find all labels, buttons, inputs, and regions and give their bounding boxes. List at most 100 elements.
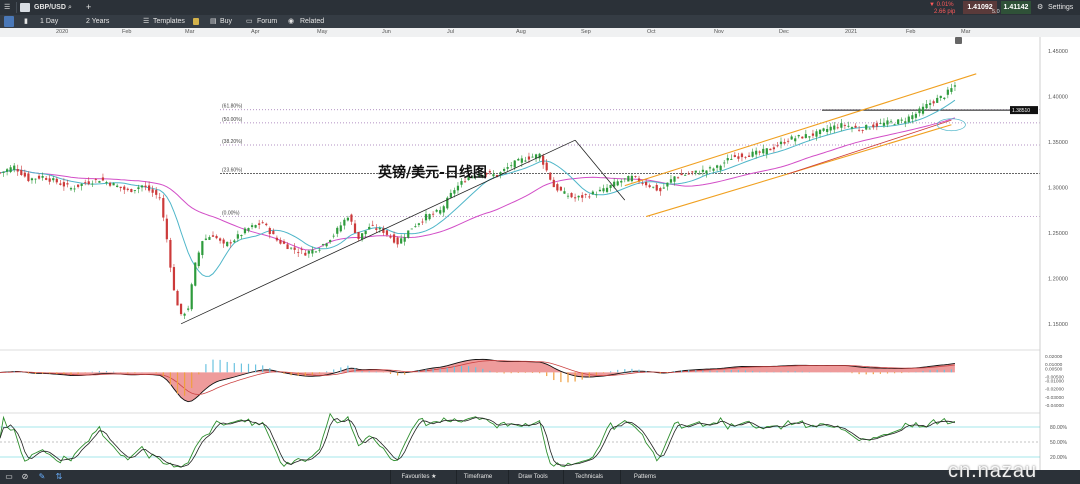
templates-icon[interactable]: ☰ — [143, 15, 149, 28]
candle-body — [811, 133, 815, 136]
macd-histogram-bar — [901, 372, 903, 374]
candle-body — [620, 180, 623, 183]
templates-button[interactable]: Templates — [153, 15, 185, 28]
menu-icon[interactable]: ☰ — [4, 0, 10, 15]
candle-body — [400, 238, 403, 244]
candle-body — [30, 178, 34, 181]
search-icon[interactable]: ⌕ — [68, 0, 72, 15]
candle-body — [627, 176, 630, 182]
candle-body — [783, 142, 786, 144]
macd-histogram-bar — [42, 372, 44, 374]
candle-body — [680, 173, 683, 176]
price-tick-label: 1.45000 — [1048, 49, 1068, 55]
tab-technicals[interactable]: Technicals — [563, 470, 614, 484]
candle-body — [240, 235, 243, 237]
macd-histogram-bar — [588, 372, 590, 378]
buy-price-box[interactable]: 1.41142 — [1001, 1, 1031, 14]
candle-body — [236, 234, 239, 239]
macd-histogram-bar — [290, 372, 292, 376]
candle-body — [794, 138, 797, 142]
candle-body — [929, 103, 932, 105]
candle-body — [112, 183, 115, 186]
tab-timeframe[interactable]: Timeframe — [456, 470, 499, 484]
gear-icon[interactable]: ⚙ — [1037, 0, 1043, 15]
trend-tool-icon[interactable]: ⇅ — [53, 471, 65, 483]
macd-histogram-bar — [233, 363, 235, 373]
price-tick-label: 1.15000 — [1048, 322, 1068, 328]
layout-icon[interactable] — [4, 16, 14, 27]
candle-body — [808, 136, 811, 138]
candle-body — [258, 223, 261, 225]
macd-histogram-bar — [375, 371, 377, 373]
macd-histogram-bar — [936, 369, 938, 373]
fib-label: (38.20%) — [222, 139, 243, 145]
price-chart[interactable]: (61.80%)1.38531(50.00%)1.37101(38.20%)1.… — [0, 37, 1080, 470]
candle-body — [432, 213, 435, 215]
candle-body — [574, 197, 577, 199]
interval-selector[interactable]: 1 Day — [40, 15, 58, 28]
no-entry-icon[interactable]: ⊘ — [19, 471, 31, 483]
symbol-label[interactable]: GBP/USD — [34, 0, 66, 15]
tab-favourites[interactable]: Favourites ★ — [390, 470, 447, 484]
macd-histogram-bar — [311, 372, 313, 375]
candle-body — [900, 119, 903, 121]
macd-histogram-bar — [34, 372, 37, 374]
buy-button[interactable]: Buy — [220, 15, 232, 28]
macd-histogram-bar — [13, 371, 15, 373]
bottom-bar: ▭ ⊘ ✎ ⇅ Favourites ★ Timeframe Draw Tool… — [0, 470, 1080, 484]
candle-body — [875, 123, 878, 127]
candle-body — [918, 108, 921, 114]
candle-body — [822, 128, 825, 131]
candle-body — [879, 123, 882, 124]
candle-body — [20, 170, 23, 175]
candle-body — [733, 155, 736, 157]
macd-histogram-bar — [886, 372, 889, 374]
macd-histogram-bar — [318, 372, 321, 374]
month-label: Sep — [581, 29, 591, 35]
candle-body — [392, 234, 396, 243]
macd-histogram-bar — [98, 370, 100, 373]
candle-body — [939, 95, 942, 98]
candle-body — [769, 148, 772, 151]
macd-histogram-bar — [539, 372, 541, 374]
candle-body — [882, 122, 886, 126]
range-selector[interactable]: 2 Years — [86, 15, 109, 28]
related-button[interactable]: Related — [300, 15, 324, 28]
candle-body — [488, 171, 491, 173]
macd-histogram-bar — [709, 370, 711, 373]
candle-body — [609, 184, 612, 188]
candle-body — [669, 179, 673, 183]
candle-body — [339, 225, 342, 232]
candle-body — [740, 153, 744, 158]
month-label: Aug — [516, 29, 526, 35]
star-icon: ★ — [431, 474, 437, 480]
candle-body — [368, 226, 371, 230]
candle-body — [804, 134, 807, 138]
chart-type-icon[interactable]: ▮ — [24, 15, 28, 28]
candle-body — [155, 190, 158, 195]
related-icon[interactable]: ◉ — [288, 15, 294, 28]
candle-body — [893, 124, 896, 126]
settings-button[interactable]: Settings — [1048, 0, 1073, 15]
candle-body — [162, 198, 165, 218]
add-tab-button[interactable]: + — [86, 0, 91, 15]
resistance-price-label: 1.38510 — [1012, 108, 1030, 114]
macd-tick-label: -0.03000 — [1045, 395, 1064, 401]
macd-histogram-bar — [425, 369, 427, 373]
candle-body — [787, 140, 790, 142]
candle-body — [247, 228, 250, 231]
candle-body — [524, 160, 527, 162]
forum-button[interactable]: Forum — [257, 15, 277, 28]
forum-icon[interactable]: ▭ — [246, 15, 253, 28]
tab-draw-tools[interactable]: Draw Tools — [508, 470, 557, 484]
candle-body — [0, 172, 2, 174]
divider — [16, 2, 17, 13]
layout-icon[interactable]: ▭ — [3, 471, 15, 483]
pencil-icon[interactable]: ✎ — [36, 471, 48, 483]
macd-histogram-bar — [326, 371, 328, 373]
candle-body — [730, 158, 733, 160]
tab-patterns[interactable]: Patterns — [620, 470, 669, 484]
cart-icon[interactable]: ▤ — [210, 15, 217, 28]
candle-body — [439, 210, 442, 214]
candle-body — [222, 239, 225, 244]
